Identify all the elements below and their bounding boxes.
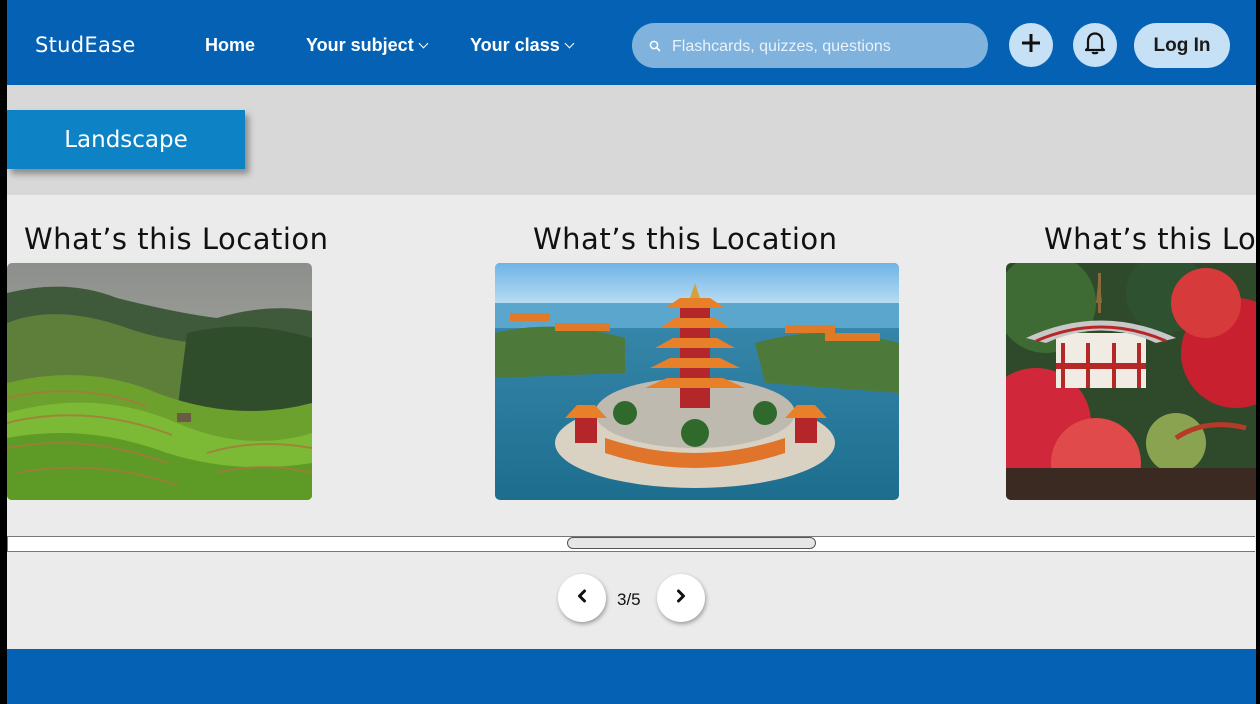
next-page-button[interactable]	[657, 574, 705, 622]
create-button[interactable]	[1009, 23, 1053, 67]
previous-page-button[interactable]	[558, 574, 606, 622]
search-input[interactable]	[670, 23, 974, 70]
category-band: Landscape	[7, 85, 1256, 195]
search-bar[interactable]	[632, 23, 988, 70]
chevron-left-icon	[575, 589, 589, 608]
page-indicator: 3/5	[617, 590, 641, 609]
chevron-right-icon	[674, 589, 688, 608]
question-card[interactable]: What’s this Location	[7, 195, 444, 535]
nav-home-label: Home	[205, 35, 256, 55]
card-title: What’s this Location	[24, 222, 329, 256]
brand-logo[interactable]: StudEase	[35, 33, 136, 57]
nav-class-label: Your class	[470, 35, 560, 55]
app-frame: StudEase Home Your subject Your class Lo…	[7, 0, 1256, 704]
scrollbar-thumb[interactable]	[567, 537, 816, 549]
temple-autumn-image	[1006, 263, 1256, 500]
footer-bar	[7, 649, 1256, 704]
nav-subject-dropdown[interactable]: Your subject	[306, 35, 429, 56]
plus-icon	[1019, 31, 1043, 60]
notifications-button[interactable]	[1073, 23, 1117, 67]
nav-class-dropdown[interactable]: Your class	[470, 35, 575, 56]
question-card[interactable]: What’s this Location	[954, 195, 1256, 535]
top-nav-bar: StudEase Home Your subject Your class Lo…	[7, 0, 1256, 85]
chevron-down-icon	[418, 38, 429, 49]
nav-subject-label: Your subject	[306, 35, 414, 55]
question-carousel: What’s this Location What’s this Locatio…	[7, 195, 1256, 535]
rice-terraces-image	[7, 263, 312, 500]
login-button[interactable]: Log In	[1134, 23, 1230, 68]
question-card[interactable]: What’s this Location	[443, 195, 955, 535]
chevron-down-icon	[564, 38, 575, 49]
card-title: What’s this Location	[533, 222, 838, 256]
carousel-scrollbar[interactable]	[7, 536, 1255, 552]
search-icon	[649, 39, 661, 57]
card-title: What’s this Location	[1044, 222, 1256, 256]
bell-icon	[1083, 30, 1107, 61]
pagoda-island-image	[495, 263, 899, 500]
category-tag[interactable]: Landscape	[7, 110, 245, 169]
nav-home-link[interactable]: Home	[205, 35, 255, 56]
